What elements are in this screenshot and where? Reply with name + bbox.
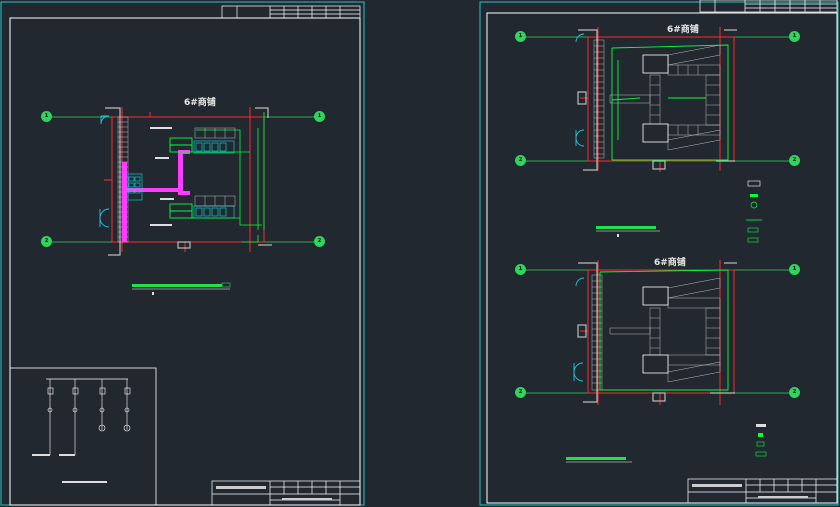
- duct-main: [122, 150, 190, 242]
- cad-drawing-canvas[interactable]: [0, 0, 840, 507]
- axis-bubble: 1: [314, 111, 325, 122]
- axis-bubble: 1: [41, 111, 52, 122]
- pipe-run: [192, 112, 265, 243]
- left-drawing-frame: [9, 17, 361, 506]
- left-sheet-border: [0, 1, 365, 506]
- right-sheet-border: [479, 1, 839, 506]
- right-top-caption: [596, 226, 656, 229]
- door-symbols: [99, 115, 110, 228]
- left-top-tab: [221, 5, 361, 19]
- axis-bubble: 1: [789, 31, 800, 42]
- right-title-block: [687, 478, 838, 504]
- right-top-floor-plan[interactable]: [522, 27, 795, 237]
- right-bottom-floor-plan[interactable]: [522, 260, 795, 463]
- left-title-block: [211, 480, 361, 506]
- right-top-plan-title: 6#商铺: [667, 25, 699, 35]
- axis-bubble: 2: [515, 387, 526, 398]
- left-plan-caption: [132, 284, 222, 287]
- legend-top: [746, 180, 762, 243]
- legend-bottom: [755, 424, 767, 457]
- right-bottom-caption: [566, 457, 626, 460]
- axis-bubble: 2: [515, 155, 526, 166]
- axis-bubble: 2: [789, 387, 800, 398]
- axis-bubble: 2: [314, 236, 325, 247]
- right-bottom-plan-title: 6#商铺: [654, 258, 686, 268]
- axis-bubble: 2: [41, 236, 52, 247]
- axis-bubble: 2: [789, 155, 800, 166]
- axis-bubble: 1: [789, 264, 800, 275]
- left-floor-plan[interactable]: [52, 107, 320, 295]
- system-diagram-box: [9, 367, 157, 506]
- right-top-pipes: [611, 44, 729, 161]
- axis-bubble: 1: [515, 31, 526, 42]
- left-plan-title: 6#商铺: [184, 98, 216, 108]
- axis-bubble: 1: [515, 264, 526, 275]
